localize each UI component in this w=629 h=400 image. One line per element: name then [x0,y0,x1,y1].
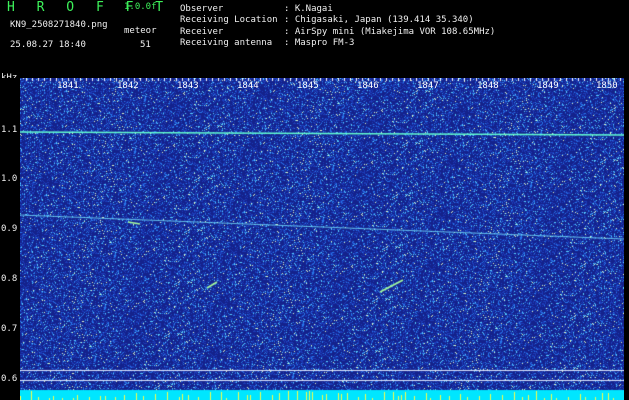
observer-value: : K.Nagai [284,4,333,14]
x-tick-label: 1848 [477,81,499,91]
x-tick-label: 1842 [117,81,139,91]
y-tick-label: 1.0 [1,174,18,184]
x-tick-label: 1844 [237,81,259,91]
spectrogram [20,78,624,400]
x-tick-label: 1849 [537,81,559,91]
receiver-key: Receiver [180,27,224,37]
observation-datetime: 25.08.27 18:40 [10,40,86,50]
meteor-count: 51 [140,40,151,50]
location-key: Receiving Location [180,15,278,25]
receiver-value: : AirSpy mini (Miakejima VOR 108.65MHz) [284,27,496,37]
x-tick-label: 1846 [357,81,379,91]
antenna-key: Receiving antenna [180,38,273,48]
observer-key: Observer [180,4,224,14]
antenna-value: : Maspro FM-3 [284,38,355,48]
location-value: : Chigasaki, Japan (139.414 35.340) [284,15,474,25]
meteor-label: meteor [124,26,157,36]
y-tick-label: 0.8 [1,274,18,284]
y-tick-label: 0.7 [1,324,18,334]
file-name: KN9_2508271840.png [10,20,108,30]
x-tick-label: 1843 [177,81,199,91]
y-tick-label: 1.1 [1,125,18,135]
app-version: 1.0.0f [124,2,157,12]
y-tick-label: 0.9 [1,224,18,234]
y-tick-label: 0.6 [1,374,18,384]
header-panel: H R O F F T 1.0.0f KN9_2508271840.png 25… [0,0,629,83]
x-tick-label: 1850 [596,81,618,91]
x-tick-label: 1841 [57,81,79,91]
x-tick-label: 1845 [297,81,319,91]
x-tick-label: 1847 [417,81,439,91]
